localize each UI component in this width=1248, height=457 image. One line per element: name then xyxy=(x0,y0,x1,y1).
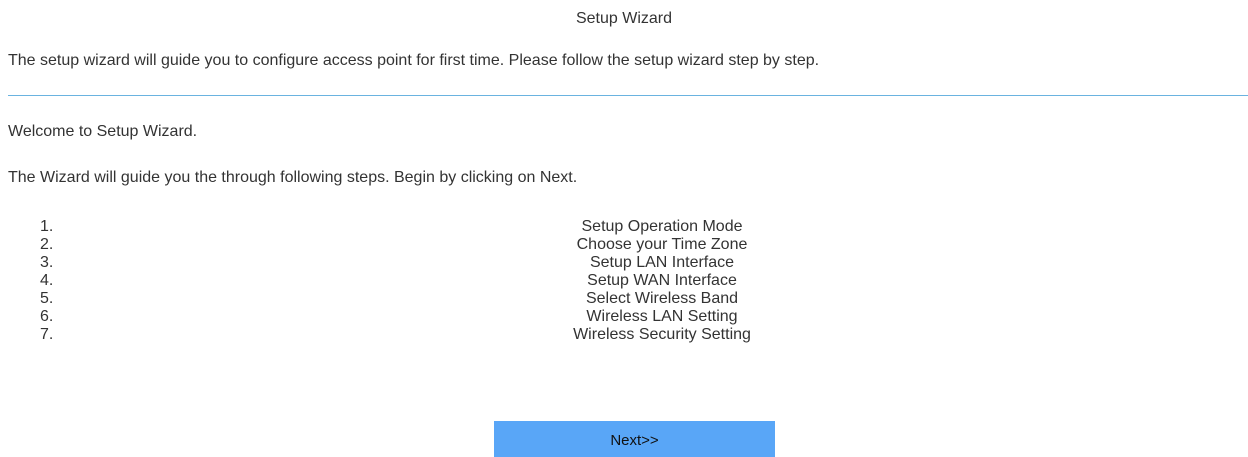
step-row: 5. Select Wireless Band xyxy=(0,290,1248,308)
step-label: Wireless LAN Setting xyxy=(586,308,738,325)
step-label: Setup LAN Interface xyxy=(589,254,735,271)
step-row: 1. Setup Operation Mode xyxy=(0,218,1248,236)
page-title: Setup Wizard xyxy=(575,10,673,27)
step-row: 2. Choose your Time Zone xyxy=(0,236,1248,254)
step-number: 6. xyxy=(40,308,54,325)
step-number: 2. xyxy=(40,236,54,253)
step-number: 4. xyxy=(40,272,54,289)
step-label: Setup WAN Interface xyxy=(587,272,737,289)
step-row: 3. Setup LAN Interface xyxy=(0,254,1248,272)
welcome-text: Welcome to Setup Wizard. xyxy=(8,123,198,140)
next-button[interactable]: Next>> xyxy=(494,421,775,457)
guide-text: The Wizard will guide you the through fo… xyxy=(8,169,578,186)
intro-text: The setup wizard will guide you to confi… xyxy=(8,52,820,69)
step-number: 3. xyxy=(40,254,54,271)
step-label: Select Wireless Band xyxy=(585,290,739,307)
step-label: Wireless Security Setting xyxy=(573,326,751,343)
step-label: Setup Operation Mode xyxy=(581,218,743,235)
step-number: 7. xyxy=(40,326,54,343)
steps-list: 1. Setup Operation Mode 2. Choose your T… xyxy=(0,218,1248,344)
step-number: 1. xyxy=(40,218,54,235)
step-row: 6. Wireless LAN Setting xyxy=(0,308,1248,326)
step-label: Choose your Time Zone xyxy=(576,236,748,253)
divider xyxy=(8,95,1248,96)
step-row: 4. Setup WAN Interface xyxy=(0,272,1248,290)
step-row: 7. Wireless Security Setting xyxy=(0,326,1248,344)
step-number: 5. xyxy=(40,290,54,307)
